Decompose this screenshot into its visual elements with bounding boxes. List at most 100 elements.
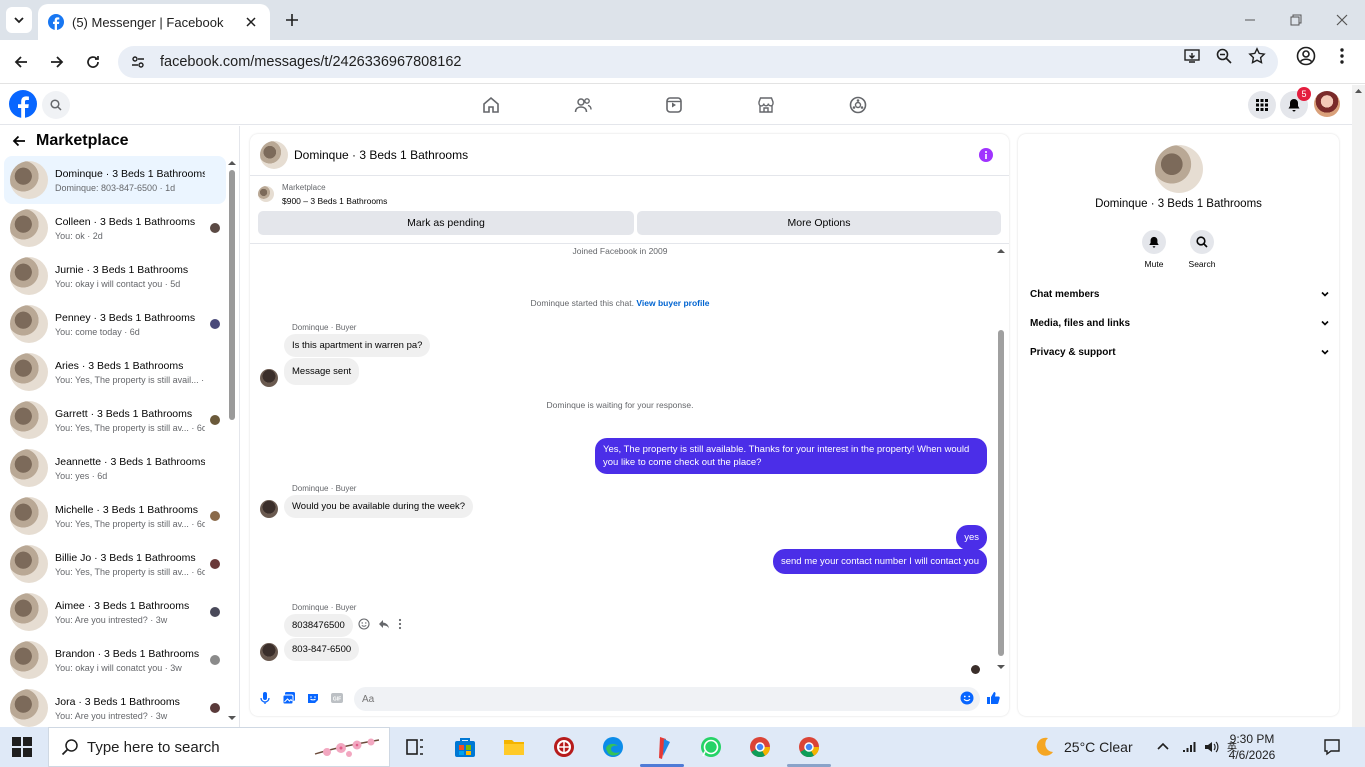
windows-start-icon[interactable] (12, 737, 32, 757)
chevron-up-icon[interactable] (1155, 739, 1171, 755)
conversation-item[interactable]: Jora · 3 Beds 1 Bathrooms You: Are you in… (4, 684, 226, 727)
thumbs-up-icon[interactable] (986, 691, 1000, 705)
scroll-up-arrow-icon[interactable] (995, 246, 1007, 256)
minimize-icon[interactable] (1238, 8, 1262, 32)
sidebar-scroll-thumb[interactable] (229, 170, 235, 420)
view-buyer-profile-link[interactable]: View buyer profile (636, 298, 709, 308)
tab-search-button[interactable] (6, 7, 32, 33)
url-text[interactable]: facebook.com/messages/t/2426336967808162 (160, 54, 462, 70)
bookmark-star-icon[interactable] (1247, 46, 1267, 66)
chat-scroll-thumb[interactable] (998, 330, 1004, 656)
whatsapp-icon[interactable] (699, 735, 723, 759)
volume-icon[interactable] (1203, 739, 1219, 755)
reply-icon[interactable] (378, 618, 390, 630)
address-bar[interactable]: facebook.com/messages/t/2426336967808162 (118, 46, 1278, 78)
conversation-item[interactable]: Jurnie · 3 Beds 1 Bathrooms You: okay i w… (4, 252, 226, 300)
chrome-profile-icon[interactable] (748, 735, 772, 759)
conversation-item[interactable]: Colleen · 3 Beds 1 Bathrooms You: ok · 2d (4, 204, 226, 252)
buyer-avatar[interactable] (260, 643, 278, 661)
marketplace-icon[interactable] (756, 95, 776, 115)
sidebar-scrollbar[interactable] (226, 158, 238, 723)
file-explorer-icon[interactable] (502, 735, 526, 759)
conversation-item[interactable]: Billie Jo · 3 Beds 1 Bathrooms You: Yes, … (4, 540, 226, 588)
media-files-links-row[interactable]: Media, files and links (1030, 313, 1330, 333)
profile-icon[interactable] (1296, 46, 1316, 66)
active-tab[interactable]: (5) Messenger | Facebook (38, 4, 270, 40)
mute-button[interactable]: Mute (1134, 230, 1174, 269)
search-in-conversation-button[interactable]: Search (1182, 230, 1222, 269)
mark-as-pending-button[interactable]: Mark as pending (258, 211, 634, 235)
privacy-support-row[interactable]: Privacy & support (1030, 342, 1330, 362)
system-clock[interactable]: 9:30 PM 4/6/2026 (1228, 731, 1276, 763)
outgoing-message[interactable]: send me your contact number I will conta… (772, 549, 987, 574)
buyer-avatar[interactable] (260, 500, 278, 518)
incoming-message[interactable]: Would you be available during the week? (284, 495, 474, 518)
scroll-down-arrow-icon[interactable] (226, 713, 238, 723)
friends-icon[interactable] (573, 95, 593, 115)
chrome-browser-icon[interactable] (797, 735, 821, 759)
chat-scrollbar[interactable] (995, 246, 1007, 672)
message-input[interactable] (354, 687, 980, 711)
outgoing-message[interactable]: Yes, The property is still available. Th… (595, 438, 987, 474)
close-window-icon[interactable] (1330, 8, 1354, 32)
edge-browser-icon[interactable] (601, 735, 625, 759)
react-emoji-icon[interactable] (358, 618, 370, 630)
weather-text[interactable]: 25°C Clear (1064, 739, 1133, 755)
more-vertical-icon[interactable] (398, 618, 402, 630)
new-tab-icon[interactable] (282, 10, 302, 30)
sticker-icon[interactable] (306, 691, 320, 705)
listing-thumbnail[interactable] (258, 186, 274, 202)
incoming-message[interactable]: Is this apartment in warren pa? (284, 334, 431, 357)
scroll-down-arrow-icon[interactable] (995, 662, 1007, 672)
chat-title[interactable]: Dominque · 3 Beds 1 Bathrooms (294, 148, 468, 162)
facebook-search-icon[interactable] (42, 91, 70, 119)
home-icon[interactable] (481, 95, 501, 115)
moon-weather-icon[interactable] (1032, 735, 1056, 759)
conversation-item[interactable]: Garrett · 3 Beds 1 Bathrooms You: Yes, Th… (4, 396, 226, 444)
video-icon[interactable] (664, 95, 684, 115)
menu-grid-icon[interactable] (1248, 91, 1276, 119)
back-arrow-icon[interactable] (12, 134, 26, 148)
conversation-item[interactable]: Brandon · 3 Beds 1 Bathrooms You: okay i … (4, 636, 226, 684)
account-avatar[interactable] (1314, 91, 1340, 117)
install-app-icon[interactable] (1182, 46, 1202, 66)
restore-icon[interactable] (1284, 8, 1308, 32)
incoming-message[interactable]: Message sent (284, 358, 360, 385)
task-view-icon[interactable] (403, 735, 427, 759)
page-scrollbar[interactable] (1352, 85, 1365, 727)
reload-icon[interactable] (83, 52, 103, 72)
taskbar-search-box[interactable]: Type here to search (48, 727, 390, 767)
scroll-up-arrow-icon[interactable] (226, 158, 238, 168)
paint-app-icon[interactable] (650, 735, 674, 759)
contact-avatar[interactable] (260, 140, 288, 169)
conversation-item[interactable]: Dominque · 3 Beds 1 Bathrooms Dominque: 8… (4, 156, 226, 204)
incoming-message[interactable]: 803-847-6500 (284, 638, 360, 661)
emoji-icon[interactable] (960, 691, 974, 705)
info-icon[interactable] (979, 148, 993, 162)
conversation-item[interactable]: Michelle · 3 Beds 1 Bathrooms You: Yes, T… (4, 492, 226, 540)
microphone-icon[interactable] (258, 691, 272, 705)
close-tab-icon[interactable] (242, 13, 260, 31)
facebook-logo-icon[interactable] (9, 90, 37, 118)
incoming-message[interactable]: 8038476500 (284, 614, 353, 637)
site-info-icon[interactable] (130, 54, 146, 70)
conversation-item[interactable]: Aries · 3 Beds 1 Bathrooms You: Yes, The … (4, 348, 226, 396)
conversation-item[interactable]: Aimee · 3 Beds 1 Bathrooms You: Are you i… (4, 588, 226, 636)
conversation-item[interactable]: Penney · 3 Beds 1 Bathrooms You: come tod… (4, 300, 226, 348)
back-arrow-icon[interactable] (11, 52, 31, 72)
zoom-icon[interactable] (1214, 46, 1234, 66)
scroll-up-arrow-icon[interactable] (1352, 85, 1365, 97)
photo-icon[interactable] (282, 691, 296, 705)
notification-center-icon[interactable] (1323, 738, 1341, 756)
chat-header[interactable]: Dominque · 3 Beds 1 Bathrooms (250, 134, 1009, 176)
contact-avatar[interactable] (1155, 145, 1203, 193)
kebab-menu-icon[interactable] (1332, 46, 1352, 66)
gif-icon[interactable]: GIF (330, 691, 344, 705)
listing-title[interactable]: $900 – 3 Beds 1 Bathrooms (282, 196, 387, 206)
more-options-button[interactable]: More Options (637, 211, 1001, 235)
network-icon[interactable] (1181, 739, 1197, 755)
buyer-avatar[interactable] (260, 369, 278, 387)
antivirus-icon[interactable] (552, 735, 576, 759)
chat-members-row[interactable]: Chat members (1030, 284, 1330, 304)
forward-arrow-icon[interactable] (47, 52, 67, 72)
